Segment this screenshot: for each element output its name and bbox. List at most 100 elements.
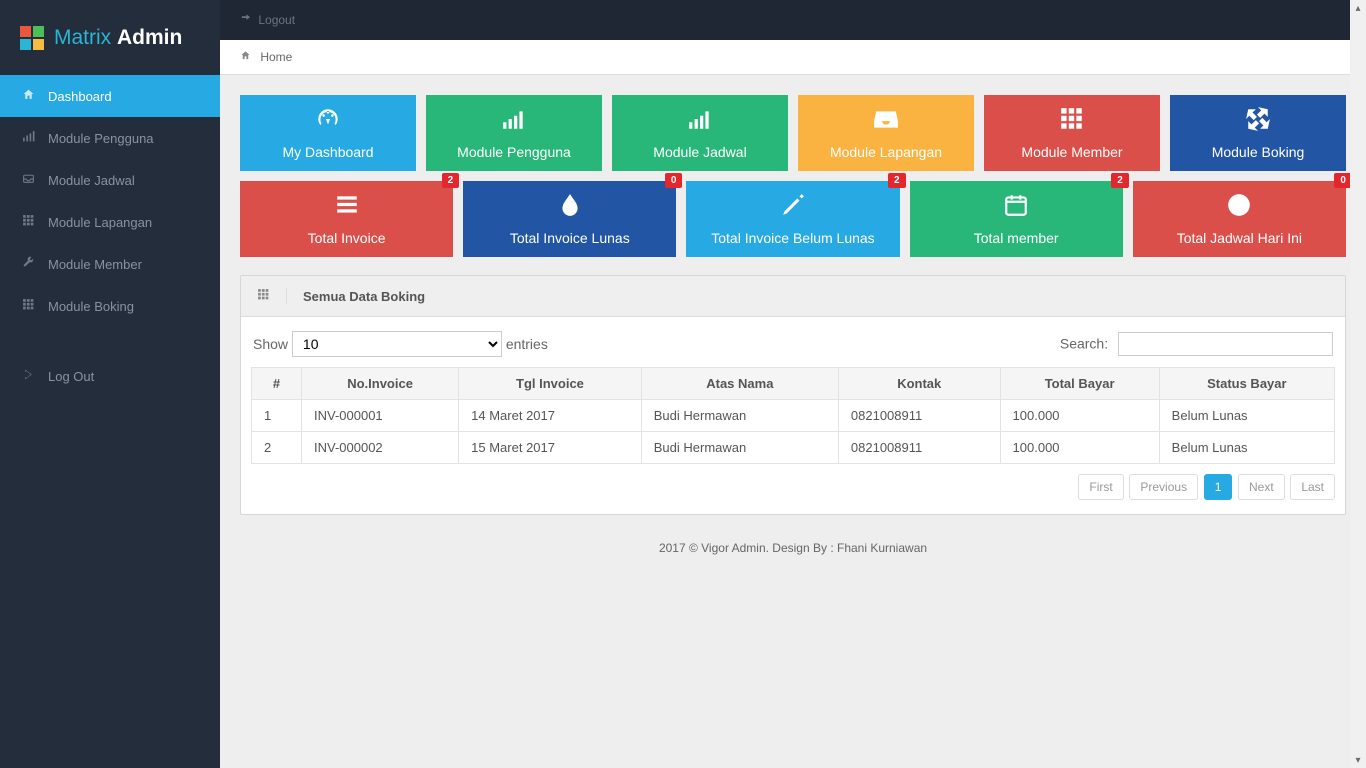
sidebar-nav: Dashboard Module Pengguna Module Jadwal … [0,75,220,397]
content: My Dashboard Module Pengguna Module Jadwal… [220,75,1366,768]
tile-label: My Dashboard [282,144,373,160]
sidebar-item-boking[interactable]: Module Boking [0,285,220,327]
topbar: Logout [220,0,1366,40]
signal-icon [687,106,713,138]
home-icon [20,88,36,104]
info-icon [1226,192,1252,224]
paginate-first[interactable]: First [1078,474,1123,500]
wrench-icon [20,256,36,272]
scrollbar[interactable]: ▴ ▾ [1350,0,1366,768]
tile-label: Total Invoice [308,230,386,246]
sidebar-item-member[interactable]: Module Member [0,243,220,285]
scroll-up-icon[interactable]: ▴ [1350,0,1366,16]
table-cell: 100.000 [1000,400,1159,432]
table-cell: Belum Lunas [1159,432,1334,464]
sidebar-item-label: Dashboard [48,89,112,104]
tile-label: Total Jadwal Hari Ini [1177,230,1302,246]
tile-label: Total member [974,230,1059,246]
length-control: Show 10 entries [253,331,548,357]
data-table: #No.InvoiceTgl InvoiceAtas NamaKontakTot… [251,367,1335,464]
grid-icon [1059,106,1085,138]
tile-my-dashboard[interactable]: My Dashboard [240,95,416,171]
column-header[interactable]: Status Bayar [1159,368,1334,400]
column-header[interactable]: No.Invoice [302,368,459,400]
table-cell: 1 [252,400,302,432]
sidebar-divider [0,327,220,355]
breadcrumb-home[interactable]: Home [260,50,292,64]
sidebar-item-lapangan[interactable]: Module Lapangan [0,201,220,243]
tile-badge: 2 [888,173,906,188]
column-header[interactable]: # [252,368,302,400]
sidebar-item-dashboard[interactable]: Dashboard [0,75,220,117]
inbox-icon [20,172,36,188]
grid-icon [20,214,36,230]
sidebar-item-pengguna[interactable]: Module Pengguna [0,117,220,159]
column-header[interactable]: Kontak [838,368,1000,400]
table-row: 1INV-00000114 Maret 2017Budi Hermawan082… [252,400,1335,432]
column-header[interactable]: Total Bayar [1000,368,1159,400]
tile-total-invoice-belum-lunas[interactable]: Total Invoice Belum Lunas2 [686,181,899,257]
sidebar-item-logout[interactable]: Log Out [0,355,220,397]
table-cell: Budi Hermawan [641,432,838,464]
tile-label: Total Invoice Belum Lunas [711,230,874,246]
paginate-previous[interactable]: Previous [1129,474,1198,500]
tile-label: Module Pengguna [457,144,571,160]
dashboard-icon [315,106,341,138]
main: Logout Home My DashboardModule PenggunaM… [220,0,1366,768]
length-select[interactable]: 10 [292,331,502,357]
tile-total-jadwal-hari-ini[interactable]: Total Jadwal Hari Ini0 [1133,181,1346,257]
calendar-icon [1003,192,1029,224]
tile-total-invoice[interactable]: Total Invoice2 [240,181,453,257]
tiles-row-1: My Dashboard Module Pengguna Module Jadwal… [240,95,1346,171]
tile-module-jadwal[interactable]: Module Jadwal [612,95,788,171]
length-label-pre: Show [253,336,288,352]
inbox-icon [873,106,899,138]
sidebar-item-label: Module Boking [48,299,134,314]
table-cell: Belum Lunas [1159,400,1334,432]
panel-body: Show 10 entries Search: #No.InvoiceTg [241,317,1345,514]
tile-total-invoice-lunas[interactable]: Total Invoice Lunas0 [463,181,676,257]
table-cell: INV-000002 [302,432,459,464]
tile-module-boking[interactable]: Module Boking [1170,95,1346,171]
search-label: Search: [1060,336,1108,352]
tile-label: Module Member [1021,144,1122,160]
pencil-icon [780,192,806,224]
tile-module-member[interactable]: Module Member [984,95,1160,171]
data-panel: Semua Data Boking Show 10 entries Search… [240,275,1346,515]
column-header[interactable]: Tgl Invoice [459,368,642,400]
paginate-page-1[interactable]: 1 [1204,474,1233,500]
tile-total-member[interactable]: Total member2 [910,181,1123,257]
tile-module-lapangan[interactable]: Module Lapangan [798,95,974,171]
table-cell: 14 Maret 2017 [459,400,642,432]
datatable-controls: Show 10 entries Search: [251,327,1335,367]
table-cell: 2 [252,432,302,464]
paginate-last[interactable]: Last [1290,474,1335,500]
fullscreen-icon [1245,106,1271,138]
sidebar-item-label: Module Jadwal [48,173,135,188]
tiles-row-2: Total Invoice2Total Invoice Lunas0Total … [240,181,1346,257]
sidebar: Matrix Admin Dashboard Module Pengguna M… [0,0,220,768]
signal-icon [20,130,36,146]
table-row: 2INV-00000215 Maret 2017Budi Hermawan082… [252,432,1335,464]
tile-module-pengguna[interactable]: Module Pengguna [426,95,602,171]
table-cell: 0821008911 [838,400,1000,432]
share-icon [240,13,254,27]
topbar-logout-link[interactable]: Logout [230,3,305,37]
tile-badge: 2 [1111,173,1129,188]
paginate-next[interactable]: Next [1238,474,1285,500]
sidebar-item-jadwal[interactable]: Module Jadwal [0,159,220,201]
scroll-down-icon[interactable]: ▾ [1350,752,1366,768]
share-icon [20,368,36,384]
search-control: Search: [1060,332,1333,356]
tile-badge: 0 [665,173,683,188]
breadcrumb: Home [220,40,1366,75]
table-cell: Budi Hermawan [641,400,838,432]
panel-title: Semua Data Boking [303,289,425,304]
brand: Matrix Admin [0,0,220,75]
tile-label: Module Boking [1212,144,1305,160]
table-cell: 100.000 [1000,432,1159,464]
length-label-post: entries [506,336,548,352]
search-input[interactable] [1118,332,1333,356]
column-header[interactable]: Atas Nama [641,368,838,400]
table-cell: INV-000001 [302,400,459,432]
